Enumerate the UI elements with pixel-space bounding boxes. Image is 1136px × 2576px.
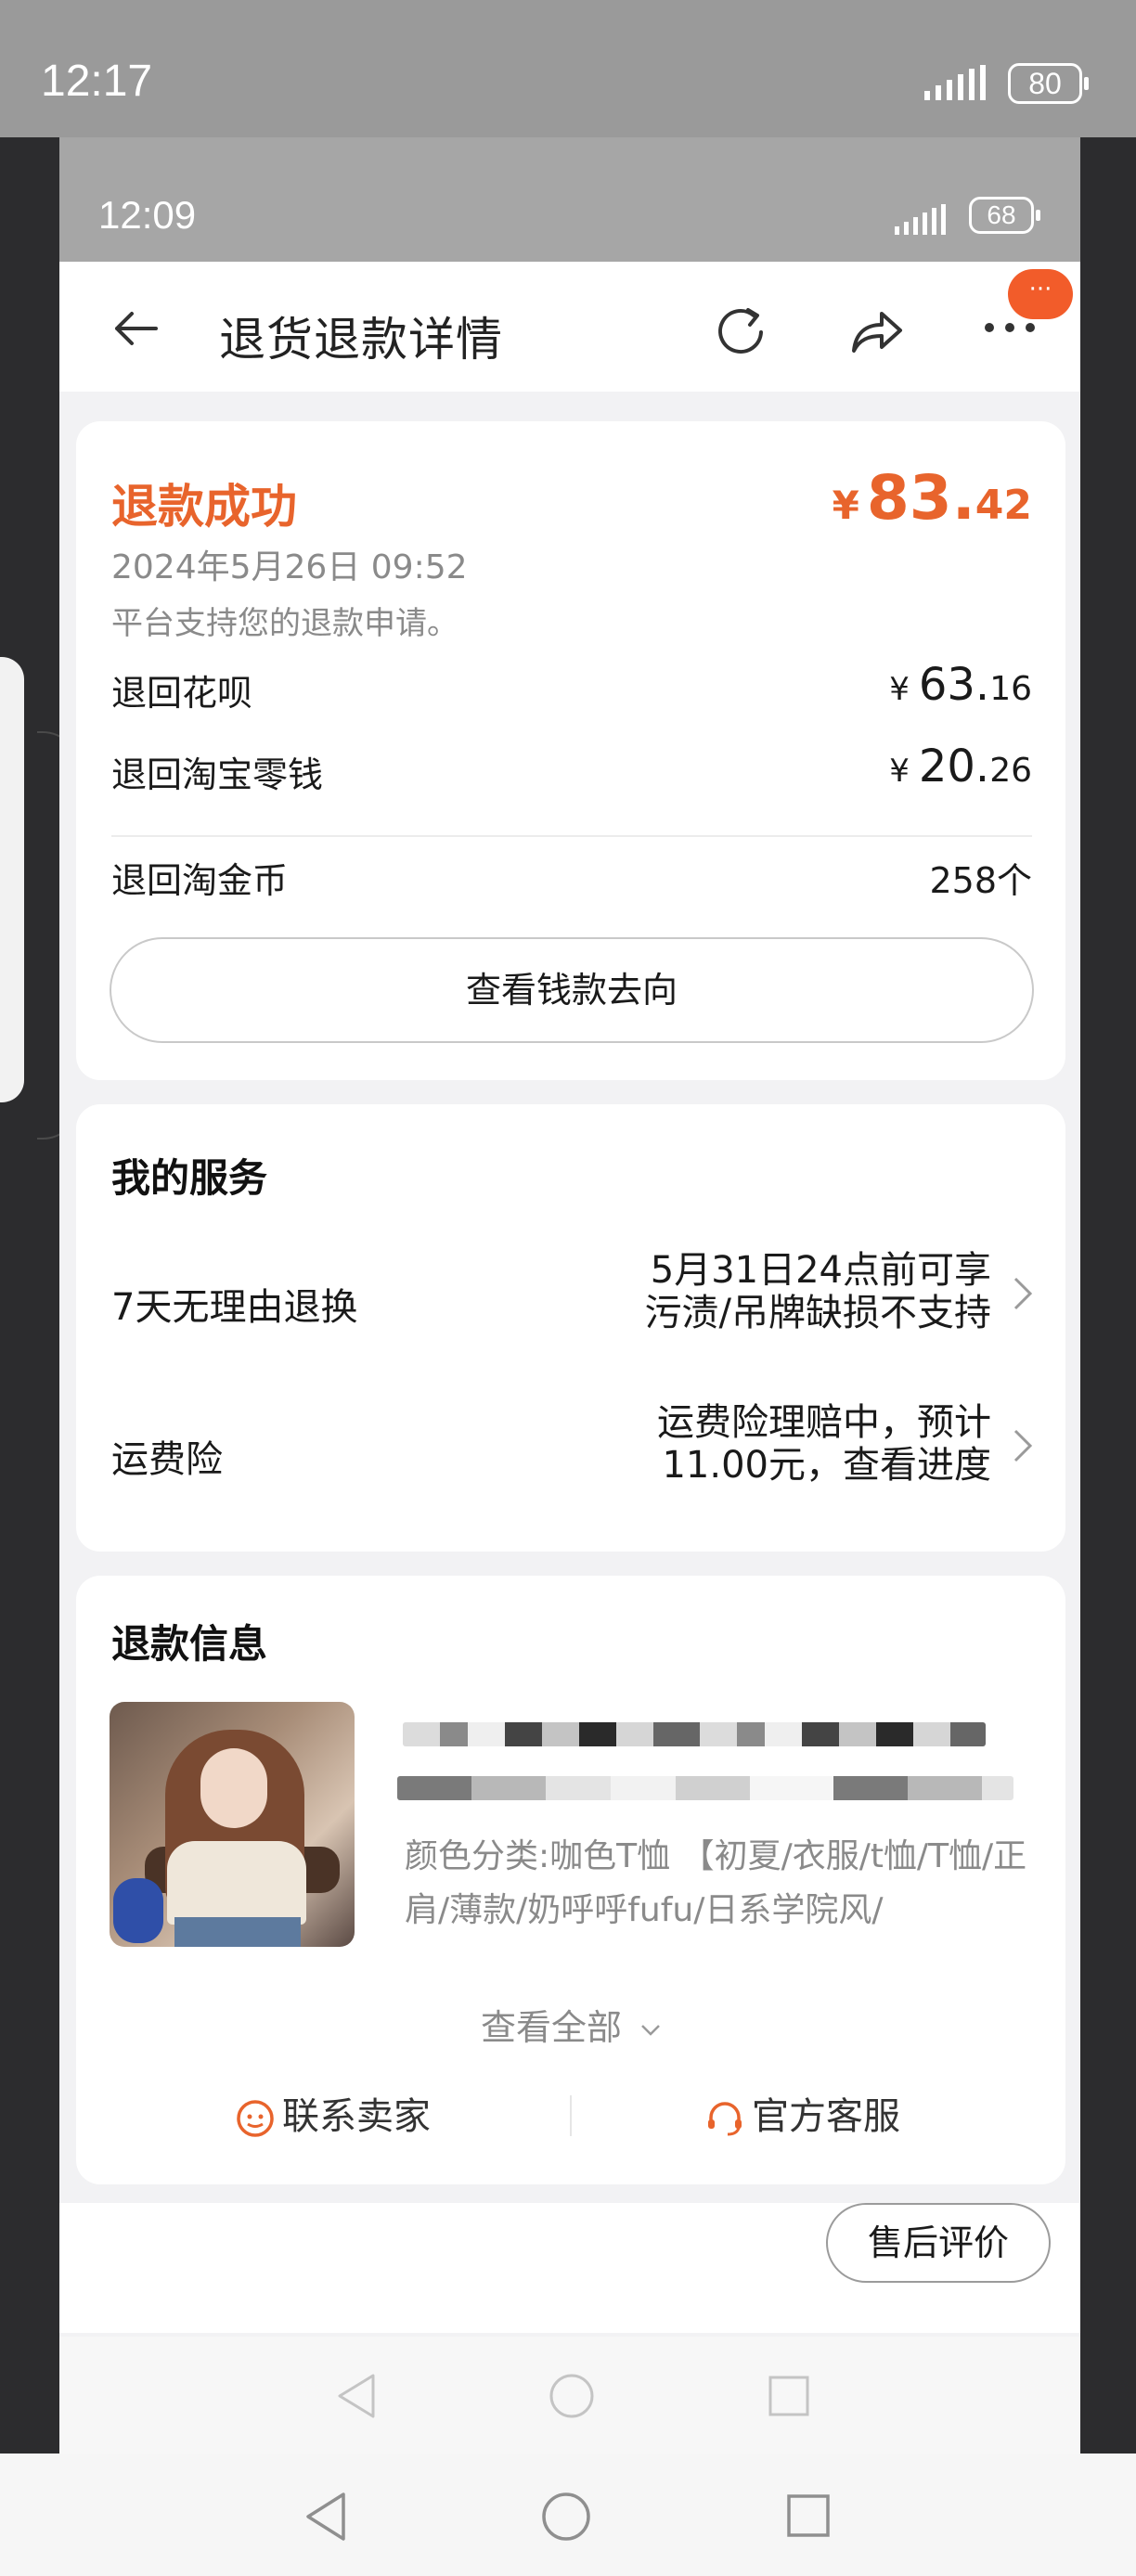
refresh-icon[interactable]: [709, 299, 774, 364]
value-integer: 20.: [918, 741, 990, 792]
nav-recents-icon[interactable]: [767, 2374, 811, 2418]
after-sales-review-button[interactable]: 售后评价: [826, 2203, 1051, 2283]
service-detail[interactable]: 运费险理赔中，预计 11.00元，查看进度: [657, 1401, 991, 1487]
service-detail-line: 5月31日24点前可享: [650, 1249, 991, 1292]
refund-row-value: ¥20.26: [889, 741, 1032, 792]
divider: [111, 835, 1032, 837]
refund-row-value: ¥63.16: [889, 659, 1032, 711]
value-integer: 63.: [918, 659, 990, 711]
divider: [570, 2095, 572, 2136]
track-refund-button[interactable]: 查看钱款去向: [110, 937, 1034, 1043]
refund-status: 退款成功: [111, 480, 297, 534]
see-all-label: 查看全部: [480, 2007, 622, 2048]
service-label[interactable]: 运费险: [111, 1429, 223, 1483]
value-decimal: 26: [989, 752, 1032, 790]
outer-status-bar: 12:17 80: [0, 0, 1136, 137]
official-service-label: 官方客服: [752, 2095, 900, 2138]
refund-row-label: 退回淘宝零钱: [111, 754, 324, 795]
nav-recents-icon[interactable]: [785, 2492, 832, 2539]
nav-home-icon[interactable]: [540, 2491, 592, 2543]
section-title: 退款信息: [111, 1621, 268, 1667]
service-detail-line: 运费险理赔中，预计: [657, 1401, 991, 1444]
inner-status-time: 12:09: [98, 193, 197, 237]
contact-seller-label: 联系卖家: [282, 2095, 431, 2138]
section-title: 我的服务: [111, 1155, 268, 1201]
see-all-link[interactable]: 查看全部: [76, 1999, 1065, 2050]
page-title: 退货退款详情: [219, 313, 503, 367]
official-service-button[interactable]: 官方客服: [704, 2086, 900, 2140]
value-decimal: 16: [989, 670, 1032, 708]
message-badge[interactable]: ···: [1008, 269, 1073, 319]
inner-system-navbar: [59, 2337, 1080, 2454]
blurred-product-title: [403, 1722, 986, 1746]
service-label[interactable]: 7天无理由退换: [111, 1277, 357, 1331]
refund-amount: ¥83.42: [833, 462, 1032, 534]
seller-chat-icon: [237, 2100, 274, 2137]
product-thumbnail[interactable]: [110, 1702, 355, 1947]
nav-back-icon[interactable]: [303, 2491, 349, 2543]
amount-integer: 83.: [866, 462, 975, 534]
outer-system-navbar: [0, 2454, 1136, 2576]
currency-symbol: ¥: [889, 671, 910, 708]
refund-row-label: 退回花呗: [111, 673, 253, 714]
inner-screenshot: 12:09 68 退货退款详情 ··· 退款成功 ¥83.42 2024年5月2…: [59, 137, 1080, 2454]
headset-icon: [708, 2102, 742, 2136]
currency-symbol: ¥: [889, 753, 910, 790]
nav-home-icon[interactable]: [548, 2372, 596, 2420]
top-nav: 退货退款详情 ···: [59, 262, 1080, 392]
chevron-right-icon[interactable]: [1012, 1275, 1034, 1312]
contact-seller-button[interactable]: 联系卖家: [234, 2086, 431, 2140]
amount-decimal: 42: [975, 482, 1032, 529]
bottom-action-bar: 售后评价: [59, 2203, 1080, 2333]
back-arrow-icon[interactable]: [110, 303, 161, 354]
side-handle[interactable]: [0, 657, 24, 1102]
service-detail-line: 11.00元，查看进度: [662, 1444, 991, 1487]
coins-value: 258个: [929, 860, 1032, 901]
share-icon[interactable]: [843, 299, 908, 364]
battery-icon: 80: [1008, 63, 1089, 104]
product-sku: 颜色分类:咖色T恤 【初夏/衣服/t恤/T恤/正肩/薄款/奶呼呼fufu/日系学…: [405, 1837, 1027, 1929]
refund-note: 平台支持您的退款申请。: [111, 605, 458, 642]
currency-symbol: ¥: [832, 483, 859, 528]
nav-back-icon[interactable]: [334, 2372, 379, 2420]
coins-label: 退回淘金币: [111, 860, 289, 901]
services-card: 我的服务 7天无理由退换 5月31日24点前可享 污渍/吊牌缺损不支持 运费险 …: [76, 1104, 1065, 1552]
refund-info-card: 退款信息 颜色分类:咖色T恤 【初夏/衣服/t恤/T恤/正肩/薄款/奶呼呼fuf…: [76, 1576, 1065, 2184]
outer-status-time: 12:17: [41, 57, 153, 106]
service-detail-line: 污渍/吊牌缺损不支持: [644, 1292, 991, 1334]
battery-icon: 68: [969, 197, 1040, 234]
refund-date: 2024年5月26日 09:52: [111, 548, 468, 586]
refund-summary-card: 退款成功 ¥83.42 2024年5月26日 09:52 平台支持您的退款申请。…: [76, 421, 1065, 1080]
signal-icon: [895, 204, 946, 235]
service-detail[interactable]: 5月31日24点前可享 污渍/吊牌缺损不支持: [645, 1249, 991, 1334]
signal-icon: [924, 65, 986, 100]
chevron-right-icon[interactable]: [1012, 1427, 1034, 1464]
inner-status-bar: 12:09 68: [59, 137, 1080, 262]
blurred-product-title: [397, 1776, 1013, 1800]
chevron-down-icon: [641, 2024, 660, 2036]
